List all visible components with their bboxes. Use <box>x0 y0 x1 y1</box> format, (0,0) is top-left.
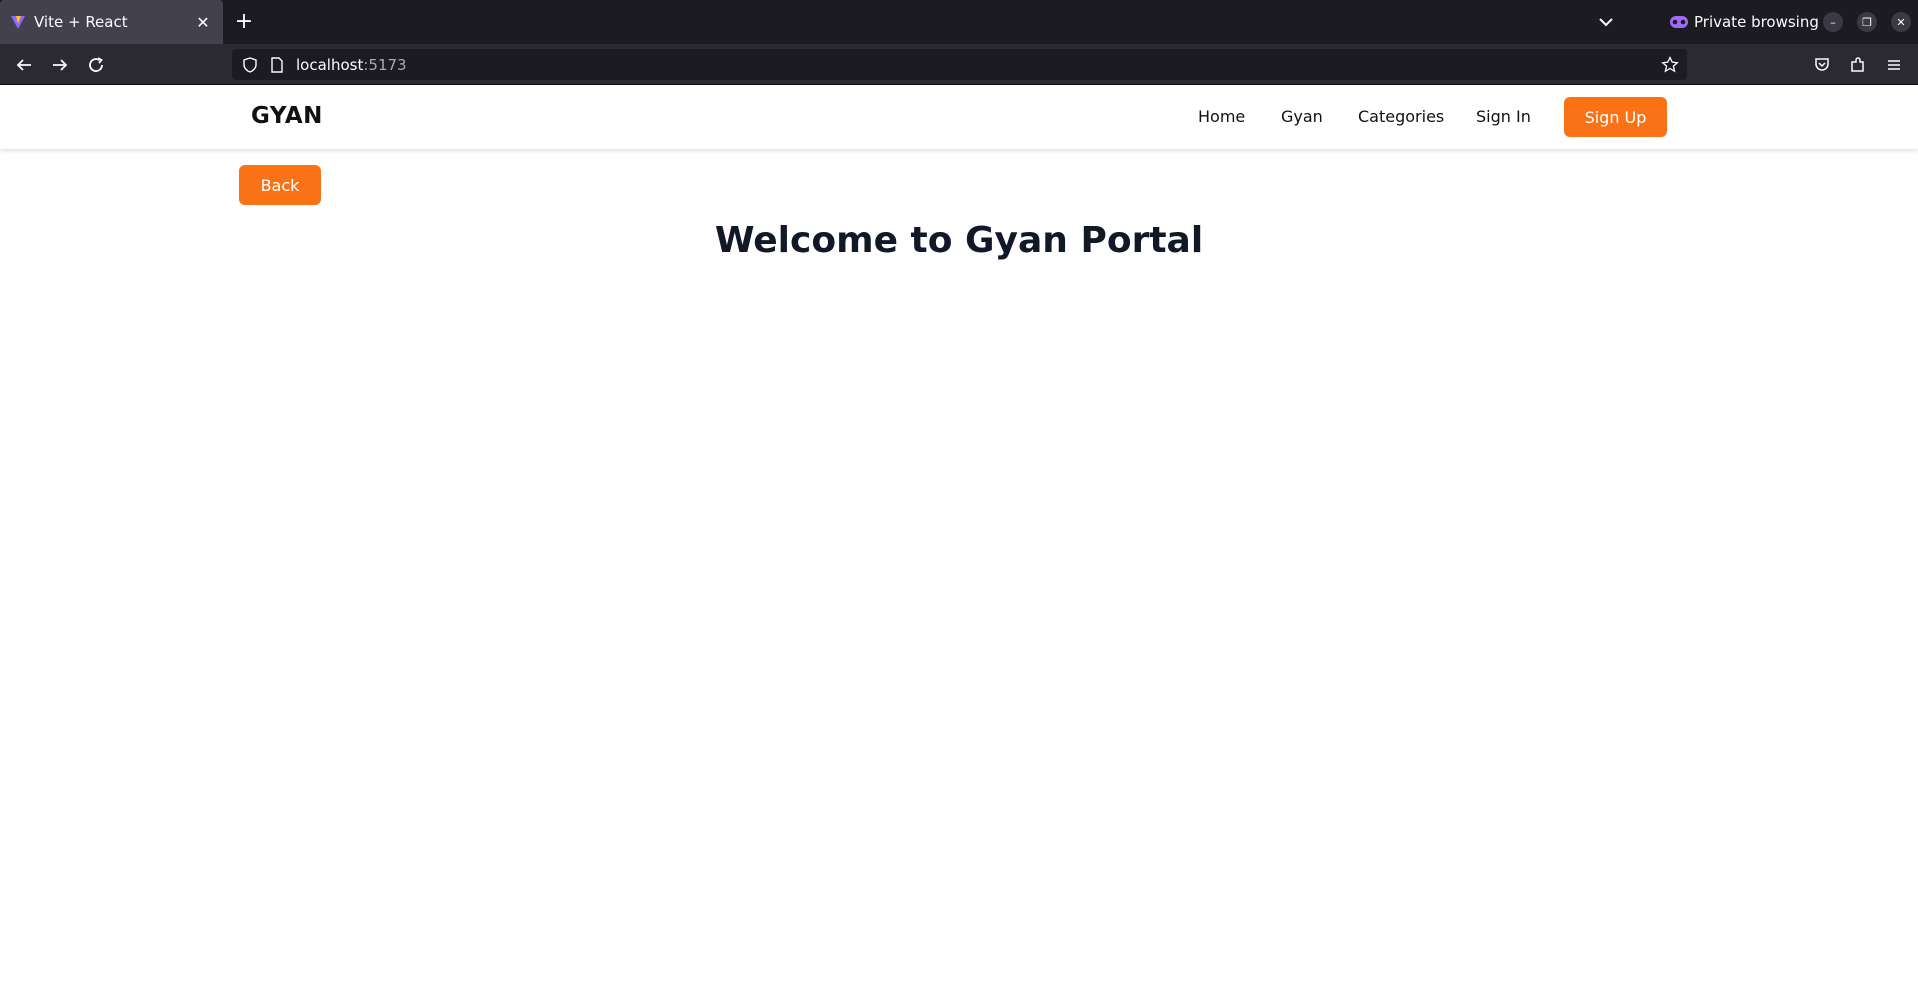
site-header: GYAN Home Gyan Categories Sign In Sign U… <box>0 85 1918 149</box>
restore-icon[interactable]: ❐ <box>1857 12 1877 32</box>
chevron-down-icon[interactable] <box>1594 10 1618 34</box>
url-port: :5173 <box>363 55 407 74</box>
back-arrow-icon[interactable] <box>12 53 36 77</box>
close-window-icon[interactable]: ✕ <box>1891 12 1911 32</box>
shield-icon[interactable] <box>242 56 258 73</box>
page-icon[interactable] <box>270 56 284 73</box>
tab-title: Vite + React <box>34 13 128 31</box>
browser-tab[interactable]: Vite + React ✕ <box>0 0 223 44</box>
minimize-icon[interactable]: – <box>1823 12 1843 32</box>
vite-logo-icon <box>11 16 25 29</box>
private-mask-icon <box>1670 16 1688 28</box>
private-browsing-indicator: Private browsing <box>1670 11 1819 33</box>
new-tab-icon[interactable]: + <box>232 10 256 34</box>
forward-arrow-icon[interactable] <box>48 53 72 77</box>
pocket-icon[interactable] <box>1810 53 1834 77</box>
page-title: Welcome to Gyan Portal <box>714 220 1204 261</box>
bookmark-star-icon[interactable] <box>1661 55 1679 74</box>
nav-link-sign-in[interactable]: Sign In <box>1476 107 1531 126</box>
nav-link-gyan[interactable]: Gyan <box>1281 107 1323 126</box>
browser-toolbar: localhost:5173 <box>0 44 1918 85</box>
url-host: localhost <box>296 55 364 74</box>
brand-logo[interactable]: GYAN <box>251 103 323 129</box>
hamburger-menu-icon[interactable] <box>1882 53 1906 77</box>
nav-link-home[interactable]: Home <box>1198 107 1245 126</box>
close-tab-icon[interactable]: ✕ <box>191 10 215 34</box>
extensions-icon[interactable] <box>1846 53 1870 77</box>
reload-icon[interactable] <box>84 53 108 77</box>
browser-tab-strip: Vite + React ✕ + Private browsing – ❐ ✕ <box>0 0 1918 44</box>
back-button[interactable]: Back <box>239 165 321 205</box>
nav-link-categories[interactable]: Categories <box>1358 107 1444 126</box>
url-bar[interactable]: localhost:5173 <box>232 49 1687 80</box>
sign-up-button[interactable]: Sign Up <box>1564 97 1667 137</box>
private-browsing-label: Private browsing <box>1694 13 1819 31</box>
